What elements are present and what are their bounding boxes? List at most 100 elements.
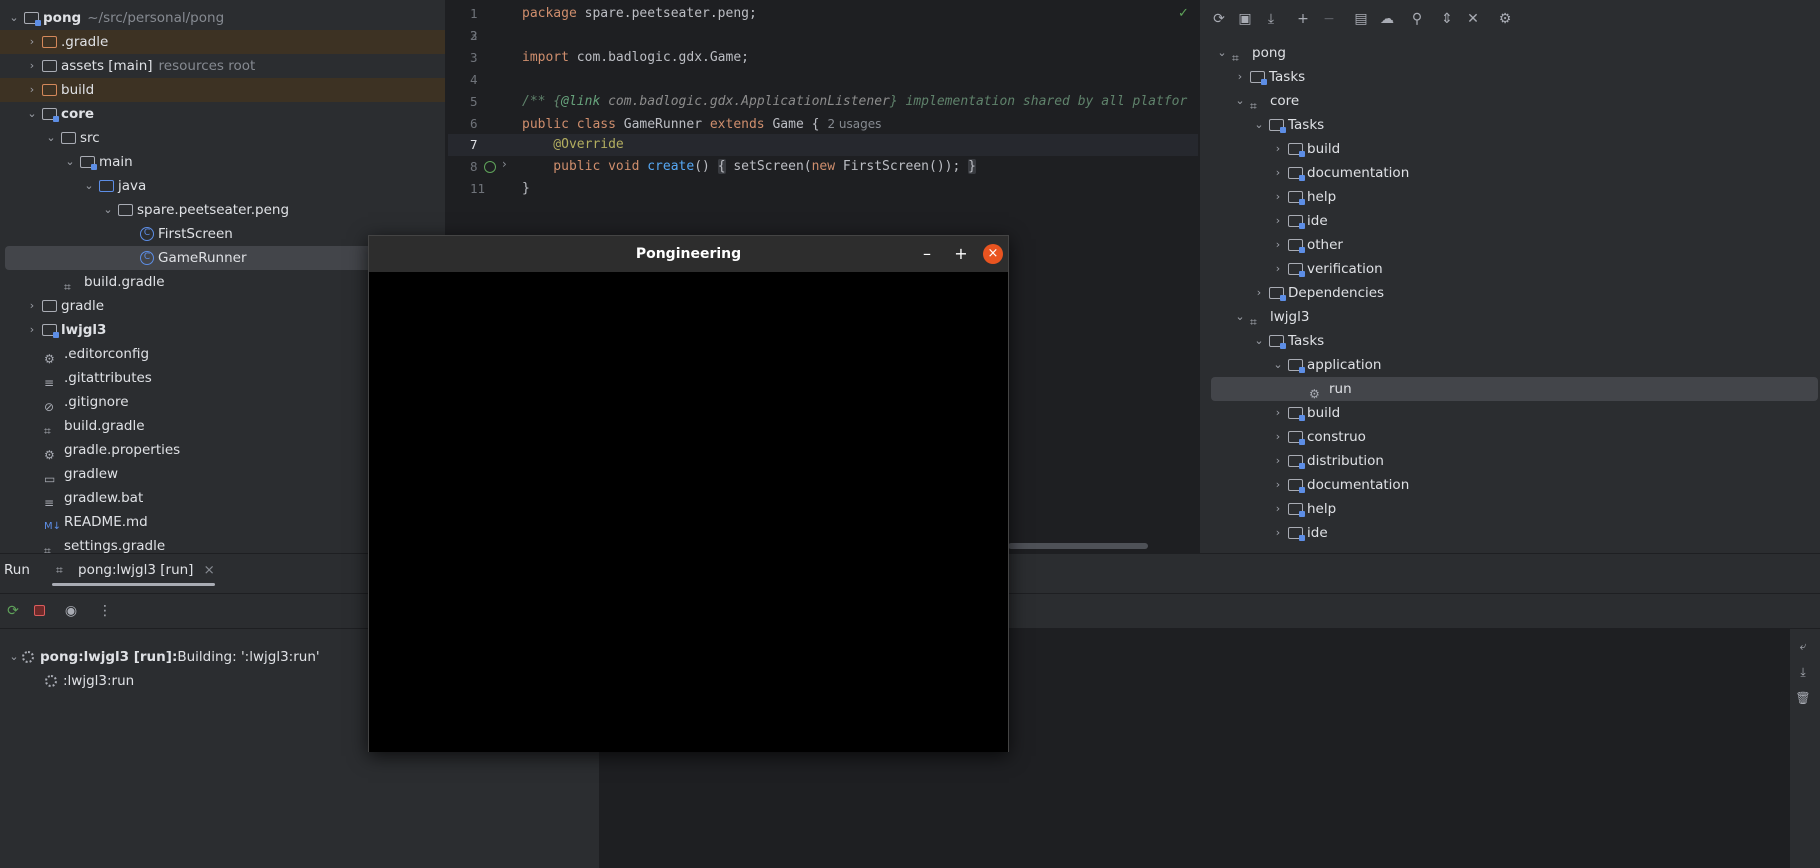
gradle-item-lwjgl3-documentation[interactable]: › documentation bbox=[1270, 473, 1409, 497]
tree-item-build[interactable]: › build bbox=[0, 78, 445, 102]
chevron-right-icon[interactable]: › bbox=[1270, 425, 1286, 449]
gradle-item-lwjgl3-help[interactable]: › help bbox=[1270, 497, 1336, 521]
download-icon[interactable]: ⤓ bbox=[1260, 8, 1282, 30]
add-icon[interactable]: + bbox=[1292, 8, 1314, 30]
reload-icon[interactable]: ⟳ bbox=[1208, 8, 1230, 30]
build-tree-root[interactable]: ⌄ pong:lwjgl3 [run]: Building: ':lwjgl3:… bbox=[6, 645, 319, 669]
chevron-right-icon[interactable]: › bbox=[1270, 401, 1286, 425]
chevron-right-icon[interactable]: › bbox=[1251, 281, 1267, 305]
tree-item-gitattributes[interactable]: ≡ .gitattributes bbox=[42, 366, 152, 390]
gradle-item-lwjgl3-build[interactable]: › build bbox=[1270, 401, 1340, 425]
gradle-item-application[interactable]: ⌄ application bbox=[1270, 353, 1381, 377]
gradle-item-verification[interactable]: › verification bbox=[1270, 257, 1383, 281]
gradle-item-lwjgl3-ide[interactable]: › ide bbox=[1270, 521, 1328, 545]
chevron-down-icon[interactable]: ⌄ bbox=[6, 6, 22, 30]
tree-item-package[interactable]: ⌄ spare.peetseater.peng bbox=[100, 198, 289, 222]
folded-brace[interactable]: } bbox=[968, 159, 976, 174]
gradle-item-lwjgl3[interactable]: ⌄ ⌗ lwjgl3 bbox=[1232, 305, 1309, 329]
gradle-item-run[interactable]: ⚙ run bbox=[1211, 377, 1818, 401]
scroll-to-end-icon[interactable]: ⤓ bbox=[1792, 661, 1814, 683]
chevron-down-icon[interactable]: ⌄ bbox=[6, 645, 22, 669]
tree-item-gradlew[interactable]: ▭ gradlew bbox=[42, 462, 118, 486]
gradle-item-other[interactable]: › other bbox=[1270, 233, 1343, 257]
tree-item-gradle-properties[interactable]: ⚙ gradle.properties bbox=[42, 438, 180, 462]
game-window-titlebar[interactable]: Pongineering – + × bbox=[369, 236, 1008, 272]
build-tree-task[interactable]: :lwjgl3:run bbox=[45, 669, 134, 693]
game-window[interactable]: Pongineering – + × bbox=[368, 235, 1009, 752]
gradle-item-build[interactable]: › build bbox=[1270, 137, 1340, 161]
gradle-item-lwjgl3-tasks[interactable]: ⌄ Tasks bbox=[1251, 329, 1324, 353]
gradle-item-tasks[interactable]: › Tasks bbox=[1232, 65, 1305, 89]
tree-item-firstscreen[interactable]: C FirstScreen bbox=[138, 222, 233, 246]
tree-item-main[interactable]: ⌄ main bbox=[62, 150, 133, 174]
gradle-item-core[interactable]: ⌄ ⌗ core bbox=[1232, 89, 1299, 113]
tree-item-gradlew-bat[interactable]: ≡ gradlew.bat bbox=[42, 486, 143, 510]
chevron-right-icon[interactable]: › bbox=[1270, 497, 1286, 521]
gradle-item-help[interactable]: › help bbox=[1270, 185, 1336, 209]
gradle-item-documentation[interactable]: › documentation bbox=[1270, 161, 1409, 185]
tree-item-src[interactable]: ⌄ src bbox=[43, 126, 99, 150]
offline-mode-icon[interactable]: ☁ bbox=[1376, 8, 1398, 30]
chevron-right-icon[interactable]: › bbox=[24, 54, 40, 78]
expand-all-icon[interactable]: ⇕ bbox=[1436, 8, 1458, 30]
override-gutter-icon[interactable] bbox=[484, 161, 496, 173]
tree-item-gitignore[interactable]: ⊘ .gitignore bbox=[42, 390, 129, 414]
stop-icon[interactable] bbox=[28, 600, 50, 622]
tree-item-gradle-dir[interactable]: › .gradle bbox=[0, 30, 445, 54]
collapse-all-icon[interactable]: ✕ bbox=[1462, 8, 1484, 30]
gradle-item-dependencies[interactable]: › Dependencies bbox=[1251, 281, 1384, 305]
chevron-right-icon[interactable]: › bbox=[1270, 185, 1286, 209]
chevron-right-icon[interactable]: › bbox=[24, 318, 40, 342]
minimize-button[interactable]: – bbox=[917, 244, 937, 264]
chevron-right-icon[interactable]: › bbox=[24, 78, 40, 102]
chevron-down-icon[interactable]: ⌄ bbox=[43, 126, 59, 150]
maximize-button[interactable]: + bbox=[951, 244, 971, 264]
folded-brace[interactable]: { bbox=[717, 159, 726, 174]
link-project-icon[interactable]: ▣ bbox=[1234, 8, 1256, 30]
tree-item-editorconfig[interactable]: ⚙ .editorconfig bbox=[42, 342, 149, 366]
chevron-down-icon[interactable]: ⌄ bbox=[1270, 353, 1286, 377]
chevron-down-icon[interactable]: ⌄ bbox=[1232, 89, 1248, 113]
tree-item-core-build-gradle[interactable]: ⌗ build.gradle bbox=[62, 270, 165, 294]
more-options-icon[interactable]: ⋮ bbox=[94, 600, 116, 622]
tree-item-settings-gradle[interactable]: ⌗ settings.gradle bbox=[42, 534, 165, 553]
project-root-row[interactable]: ⌄ pong ~/src/personal/pong bbox=[6, 6, 224, 30]
chevron-right-icon[interactable]: › bbox=[1270, 233, 1286, 257]
close-button[interactable]: × bbox=[983, 244, 1003, 264]
gradle-item-core-tasks[interactable]: ⌄ Tasks bbox=[1251, 113, 1324, 137]
chevron-right-icon[interactable]: › bbox=[1270, 473, 1286, 497]
gradle-item-construo[interactable]: › construo bbox=[1270, 425, 1366, 449]
tree-item-assets[interactable]: › assets [main] resources root bbox=[24, 54, 256, 78]
chevron-down-icon[interactable]: ⌄ bbox=[1232, 305, 1248, 329]
chevron-right-icon[interactable]: › bbox=[1270, 521, 1286, 545]
gradle-item-ide[interactable]: › ide bbox=[1270, 209, 1328, 233]
rerun-icon[interactable]: ⟳ bbox=[2, 600, 24, 622]
chevron-right-icon[interactable]: › bbox=[1270, 161, 1286, 185]
chevron-right-icon[interactable]: › bbox=[1232, 65, 1248, 89]
clear-all-icon[interactable]: 🗑 bbox=[1792, 687, 1814, 709]
chevron-down-icon[interactable]: ⌄ bbox=[1251, 329, 1267, 353]
game-canvas[interactable] bbox=[369, 272, 1008, 752]
usages-hint[interactable]: 2 usages bbox=[827, 117, 881, 131]
chevron-right-icon[interactable]: › bbox=[502, 157, 507, 171]
chevron-right-icon[interactable]: › bbox=[1270, 257, 1286, 281]
tree-item-readme[interactable]: M↓ README.md bbox=[42, 510, 148, 534]
chevron-right-icon[interactable]: › bbox=[1270, 209, 1286, 233]
chevron-down-icon[interactable]: ⌄ bbox=[24, 102, 40, 126]
dependency-analyzer-icon[interactable]: ⚲ bbox=[1406, 8, 1428, 30]
tree-item-lwjgl3[interactable]: › lwjgl3 bbox=[24, 318, 106, 342]
gradle-item-pong[interactable]: ⌄ ⌗ pong bbox=[1214, 41, 1286, 65]
tab-run-config[interactable]: ⌗ pong:lwjgl3 [run] × bbox=[56, 555, 215, 585]
chevron-down-icon[interactable]: ⌄ bbox=[62, 150, 78, 174]
tree-item-build-gradle[interactable]: ⌗ build.gradle bbox=[42, 414, 145, 438]
tree-item-core[interactable]: ⌄ core bbox=[24, 102, 94, 126]
chevron-right-icon[interactable]: › bbox=[24, 294, 40, 318]
chevron-down-icon[interactable]: ⌄ bbox=[100, 198, 116, 222]
chevron-right-icon[interactable]: › bbox=[24, 30, 40, 54]
remove-icon[interactable]: − bbox=[1318, 8, 1340, 30]
chevron-down-icon[interactable]: ⌄ bbox=[81, 174, 97, 198]
chevron-right-icon[interactable]: › bbox=[1270, 449, 1286, 473]
chevron-right-icon[interactable]: › bbox=[1270, 137, 1286, 161]
tree-item-java[interactable]: ⌄ java bbox=[81, 174, 146, 198]
gear-icon[interactable]: ⚙ bbox=[1494, 8, 1516, 30]
